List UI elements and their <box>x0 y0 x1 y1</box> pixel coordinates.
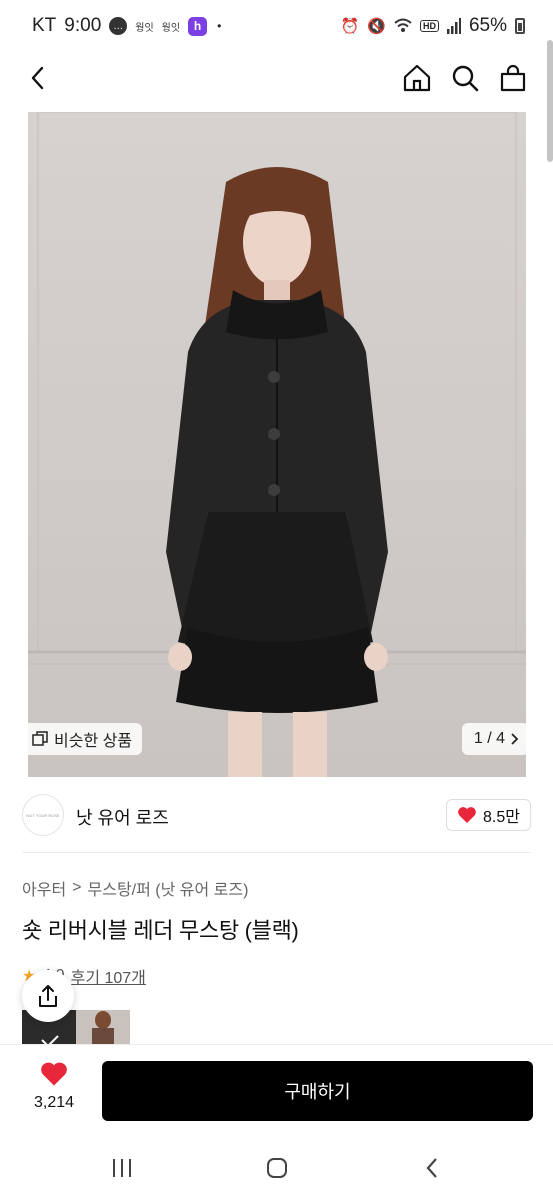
brand-like-count: 8.5만 <box>483 809 520 826</box>
home-icon <box>403 64 431 92</box>
clock: 9:00 <box>64 15 102 36</box>
notification-text-1: 웡잇 <box>135 22 154 34</box>
search-icon <box>452 65 479 92</box>
image-page-indicator[interactable]: 1 / 4 <box>461 723 529 755</box>
brand-name[interactable]: 낫 유어 로즈 <box>76 804 169 830</box>
cart-button[interactable] <box>495 60 531 96</box>
buy-button[interactable]: 구매하기 <box>102 1061 533 1121</box>
brand-logo-text: NOT YOUR ROSE <box>26 812 60 818</box>
chevron-left-icon <box>31 66 44 90</box>
wifi-icon <box>394 18 412 32</box>
copy-icon <box>32 731 48 746</box>
recent-apps-button[interactable] <box>102 1154 142 1182</box>
chevron-right-icon <box>511 733 519 745</box>
model-illustration <box>28 112 526 777</box>
heart-icon <box>458 807 476 823</box>
divider <box>22 852 531 853</box>
purchase-bar: 3,214 구매하기 <box>0 1044 553 1136</box>
page-indicator-text: 1 / 4 <box>473 730 505 747</box>
product-image[interactable] <box>28 112 526 777</box>
chat-bubble-icon: … <box>109 17 128 35</box>
app-header <box>0 52 553 106</box>
similar-products-label: 비슷한 상품 <box>54 733 133 750</box>
brand-like-button[interactable]: 8.5만 <box>446 799 531 831</box>
more-notifications-dot: • <box>217 19 222 33</box>
alarm-icon: ⏰ <box>340 18 360 35</box>
battery-percent: 65% <box>468 15 507 36</box>
hd-icon: HD <box>419 20 439 32</box>
share-button[interactable] <box>22 970 74 1022</box>
home-button[interactable] <box>399 60 435 96</box>
brand-row[interactable]: NOT YOUR ROSE 낫 유어 로즈 8.5만 <box>0 788 553 844</box>
battery-icon <box>515 18 525 34</box>
app-notification-icon: h <box>188 16 208 36</box>
wishlist-button[interactable]: 3,214 <box>24 1061 84 1112</box>
share-icon <box>39 985 57 1007</box>
home-nav-button[interactable] <box>257 1154 297 1182</box>
wishlist-count: 3,214 <box>33 1094 75 1111</box>
breadcrumb-category[interactable]: 아우터 <box>22 876 66 900</box>
breadcrumb-separator-icon: > <box>72 879 82 896</box>
reviews-link[interactable]: 후기 107개 <box>71 964 146 988</box>
signal-icon <box>446 18 461 34</box>
breadcrumb-subcategory[interactable]: 무스탕/퍼 (낫 유어 로즈) <box>88 876 249 900</box>
page-scrollbar[interactable] <box>547 40 553 162</box>
shopping-bag-icon <box>500 64 526 92</box>
home-nav-icon <box>267 1158 287 1178</box>
back-nav-button[interactable] <box>412 1154 452 1182</box>
notification-text-2: 웡잇 <box>161 22 181 34</box>
search-button[interactable] <box>447 60 483 96</box>
status-bar: KT 9:00 … 웡잇 웡잇 h • ⏰ 🔇 HD 65% <box>0 0 553 52</box>
brand-logo[interactable]: NOT YOUR ROSE <box>22 794 64 836</box>
similar-products-button[interactable]: 비슷한 상품 <box>22 723 143 755</box>
heart-filled-icon <box>41 1062 67 1086</box>
recent-apps-icon <box>113 1159 131 1177</box>
mute-icon: 🔇 <box>367 18 386 35</box>
breadcrumb: 아우터 > 무스탕/퍼 (낫 유어 로즈) <box>22 876 248 900</box>
carrier: KT <box>32 15 57 36</box>
system-nav-bar <box>0 1136 553 1200</box>
back-nav-icon <box>426 1158 437 1178</box>
product-title: 숏 리버시블 레더 무스탕 (블랙) <box>22 918 299 943</box>
back-button[interactable] <box>20 60 56 96</box>
